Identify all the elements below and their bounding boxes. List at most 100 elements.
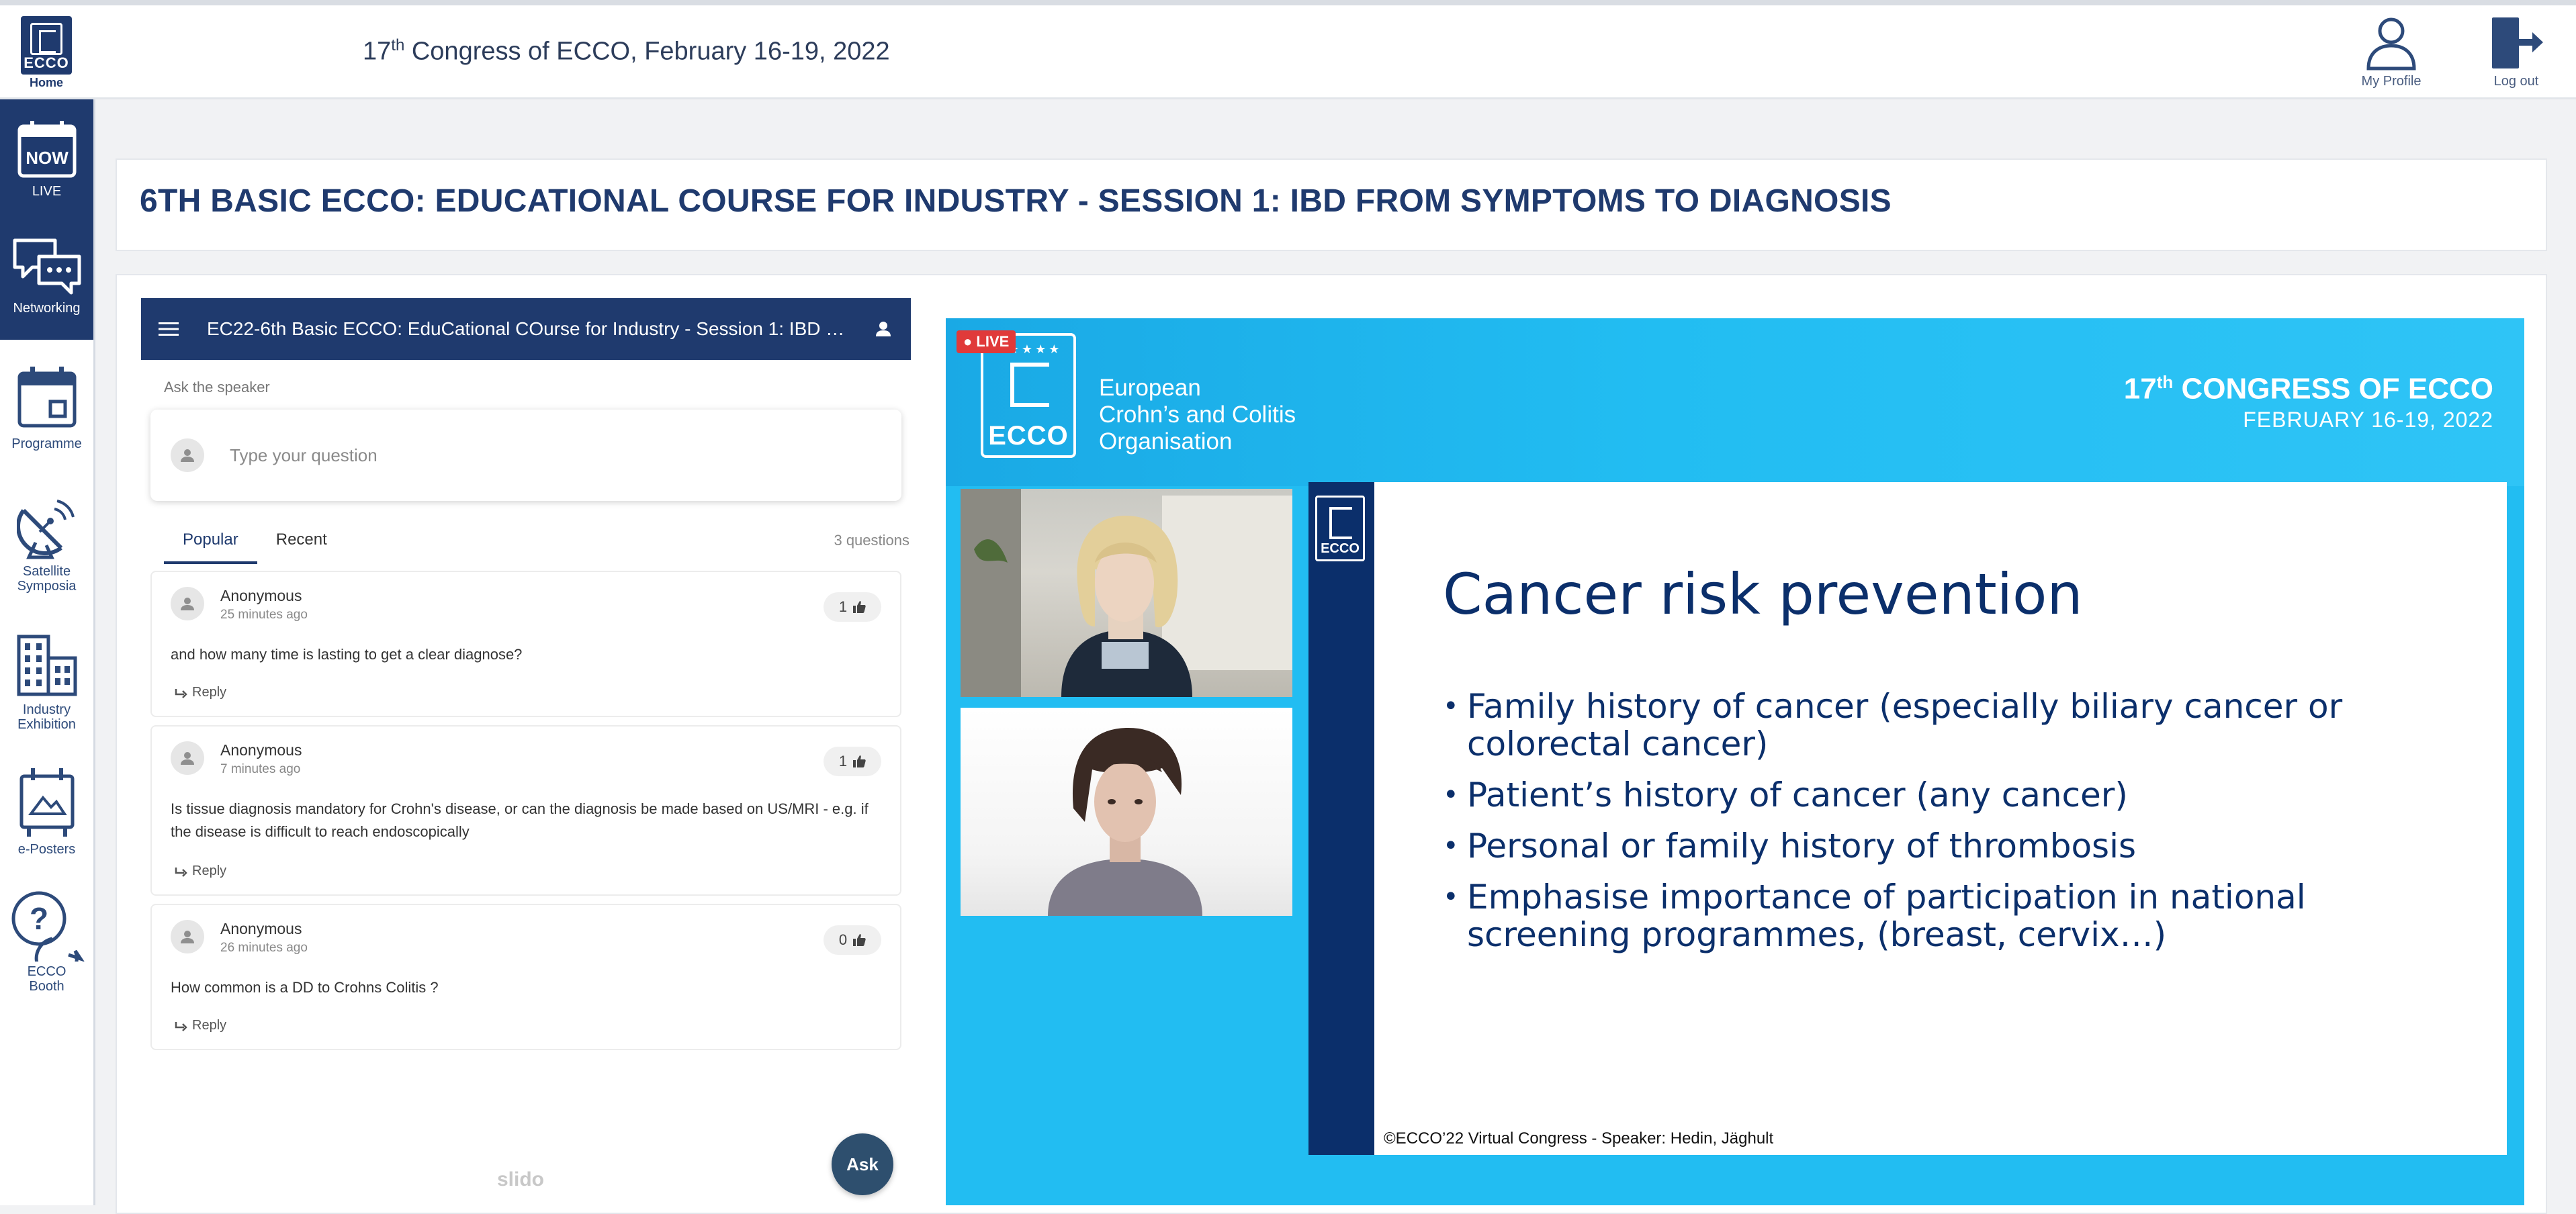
question-text: Is tissue diagnosis mandatory for Crohn'… <box>171 800 869 840</box>
question-time: 26 minutes ago <box>220 941 308 955</box>
session-title-card: 6TH BASIC ECCO: EDUCATIONAL COURSE FOR I… <box>116 158 2547 251</box>
avatar <box>171 741 204 775</box>
congress-banner: 17th CONGRESS OF ECCO FEBRUARY 16-19, 20… <box>2124 372 2493 432</box>
ecco-logo-icon: ECCO <box>21 16 72 75</box>
sidebar-item-live[interactable]: NOW LIVE <box>0 99 93 212</box>
reply-arrow-icon <box>175 867 187 877</box>
question-card: Anonymous 25 minutes ago 1 and how many t… <box>150 571 901 717</box>
question-author: Anonymous <box>220 920 302 937</box>
buildings-icon <box>17 635 77 696</box>
reply-label: Reply <box>192 863 227 878</box>
session-title: 6TH BASIC ECCO: EDUCATIONAL COURSE FOR I… <box>140 183 1892 219</box>
my-profile-button[interactable]: My Profile <box>2344 15 2438 89</box>
thumbs-up-icon <box>853 934 866 946</box>
reply-button[interactable]: Reply <box>175 1018 226 1033</box>
slide-bullets: Family history of cancer (especially bil… <box>1443 688 2464 967</box>
org-line-1: European <box>1099 375 1201 401</box>
question-time: 7 minutes ago <box>220 762 301 776</box>
sidebar-item-label-line2: Exhibition <box>17 717 76 732</box>
sidebar-item-satellite-symposia[interactable]: Satellite Symposia <box>0 496 93 616</box>
org-line-3: Organisation <box>1099 428 1233 455</box>
reply-button[interactable]: Reply <box>175 863 226 879</box>
ecco-mini-logo-icon: ECCO <box>1315 496 1365 561</box>
sidebar-item-label: Networking <box>13 301 81 316</box>
congress-text: Congress of ECCO, February 16-19, 2022 <box>404 37 890 66</box>
live-badge: ● LIVE <box>957 330 1016 353</box>
home-logo-link[interactable]: ECCO Home <box>17 16 75 90</box>
slide-title: Cancer risk prevention <box>1443 561 2083 627</box>
ecco-mark-icon <box>1010 363 1049 407</box>
mini-logo-text: ECCO <box>1321 541 1360 556</box>
live-video-player[interactable]: ★★★★★ ECCO ● LIVE European Crohn’s and C… <box>946 318 2524 1205</box>
like-button[interactable]: 1 <box>824 747 881 776</box>
chat-bubbles-icon <box>13 238 81 295</box>
now-badge-text: NOW <box>26 148 69 168</box>
reply-arrow-icon <box>175 1021 187 1031</box>
question-card: Anonymous 26 minutes ago 0 How common is … <box>150 904 901 1050</box>
slide-bullet: Patient’s history of cancer (any cancer) <box>1443 776 2464 814</box>
hamburger-menu-icon[interactable] <box>159 321 179 337</box>
logo-text: ECCO <box>988 421 1069 451</box>
speaker-2-figure <box>1048 728 1202 916</box>
thumbs-up-icon <box>853 755 866 767</box>
like-count: 1 <box>838 598 848 615</box>
presentation-slide: ECCO Cancer risk prevention Family histo… <box>1308 482 2507 1155</box>
question-placeholder: Type your question <box>230 445 377 465</box>
person-icon <box>181 931 194 943</box>
live-label: LIVE <box>976 333 1010 350</box>
org-line-2: Crohn’s and Colitis <box>1099 402 1296 428</box>
satellite-dish-icon <box>16 500 75 559</box>
slide-bullet: Personal or family history of thrombosis <box>1443 827 2464 865</box>
sidebar-item-label: LIVE <box>32 184 62 199</box>
question-count: 3 questions <box>834 532 909 549</box>
like-button[interactable]: 0 <box>824 925 881 955</box>
sidebar-item-label: e-Posters <box>17 842 76 857</box>
question-input[interactable]: Type your question <box>150 410 901 501</box>
question-text: and how many time is lasting to get a cl… <box>171 646 523 663</box>
sidebar-item-label-line2: Symposia <box>17 579 77 594</box>
person-icon <box>181 752 194 765</box>
log-out-button[interactable]: Log out <box>2469 15 2563 89</box>
sidebar-item-label-line1: Satellite <box>22 564 71 579</box>
logo-text: ECCO <box>24 54 69 71</box>
sidebar-item-label-line1: ECCO <box>27 964 66 979</box>
speaker-camera-2 <box>961 708 1292 916</box>
reply-button[interactable]: Reply <box>175 685 226 700</box>
sidebar-item-networking[interactable]: Networking <box>0 212 93 340</box>
question-card: Anonymous 7 minutes ago 1 Is tissue diagn… <box>150 725 901 896</box>
calendar-icon <box>17 367 76 428</box>
sidebar-item-ecco-booth[interactable]: ? ECCO Booth <box>0 889 93 1010</box>
question-header: Anonymous 26 minutes ago <box>171 920 308 955</box>
congress-dates: FEBRUARY 16-19, 2022 <box>2243 407 2493 432</box>
slide-side-strip: ECCO <box>1308 482 1374 1155</box>
sidebar-item-label-line1: Industry <box>22 702 71 717</box>
sidebar-item-programme[interactable]: Programme <box>0 365 93 473</box>
user-icon <box>2366 17 2416 71</box>
sidebar: NOW LIVE Networking Programme Satellite … <box>0 99 95 1205</box>
tab-recent[interactable]: Recent <box>257 530 346 561</box>
like-button[interactable]: 1 <box>824 592 881 622</box>
like-count: 1 <box>838 753 848 769</box>
congress-ordinal: th <box>391 36 405 54</box>
slido-panel: EC22-6th Basic ECCO: EduCational COurse … <box>141 298 911 1205</box>
sidebar-item-industry-exhibition[interactable]: Industry Exhibition <box>0 634 93 755</box>
question-author: Anonymous <box>220 741 302 759</box>
question-bubble-icon: ? <box>11 891 85 962</box>
congress-number: 17 <box>363 37 392 66</box>
svg-text:?: ? <box>29 901 48 936</box>
now-calendar-icon: NOW <box>17 121 76 178</box>
organisation-name: European Crohn’s and Colitis Organisatio… <box>1099 375 1296 455</box>
avatar <box>171 920 204 953</box>
tab-popular[interactable]: Popular <box>164 530 257 564</box>
avatar <box>171 587 204 620</box>
question-header: Anonymous 7 minutes ago <box>171 741 302 777</box>
speaker-1-figure <box>961 489 1292 697</box>
sidebar-item-e-posters[interactable]: e-Posters <box>0 767 93 881</box>
ask-button[interactable]: Ask <box>832 1133 893 1195</box>
slido-brand: slido <box>497 1168 545 1190</box>
user-account-icon[interactable] <box>873 319 893 339</box>
congress-text: CONGRESS OF ECCO <box>2173 372 2494 406</box>
top-bar: ECCO Home 17th Congress of ECCO, Februar… <box>0 0 2576 99</box>
poster-board-icon <box>19 768 74 837</box>
slide-footer: ©ECCO’22 Virtual Congress - Speaker: Hed… <box>1384 1129 1774 1148</box>
